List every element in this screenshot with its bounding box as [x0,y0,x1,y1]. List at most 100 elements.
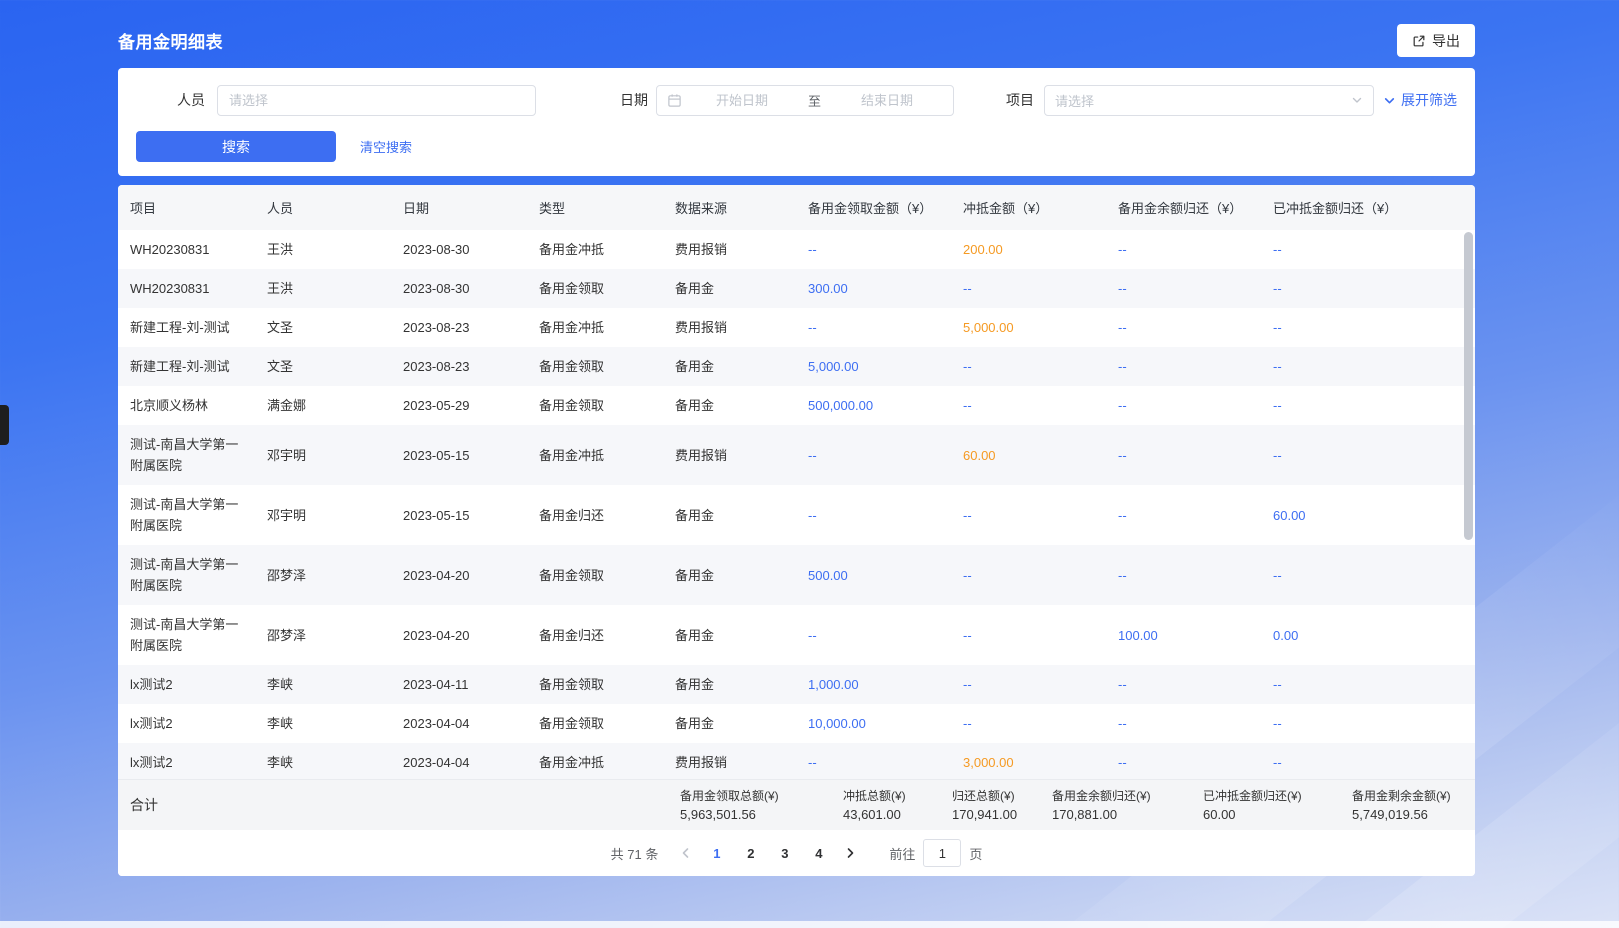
cell-source: 费用报销 [663,308,796,347]
table-row[interactable]: lx测试2 李峡 2023-04-04 备用金领取 备用金 10,000.00 … [118,704,1475,743]
column-header-source: 数据来源 [663,185,796,230]
cell-amount-received: -- [796,308,951,347]
cell-amount-received: -- [796,425,951,485]
cell-type: 备用金归还 [527,485,663,545]
table-row[interactable]: WH20230831 王洪 2023-08-30 备用金领取 备用金 300.0… [118,269,1475,308]
cell-person: 邓宇明 [255,485,391,545]
table-row[interactable]: 测试-南昌大学第一附属医院 邵梦泽 2023-04-20 备用金归还 备用金 -… [118,605,1475,665]
cell-amount-offset: 3,000.00 [951,743,1106,779]
cell-balance-returned: -- [1106,545,1261,605]
table-row[interactable]: 新建工程-刘-测试 文圣 2023-08-23 备用金领取 备用金 5,000.… [118,347,1475,386]
cell-amount-received: -- [796,485,951,545]
table-row[interactable]: 新建工程-刘-测试 文圣 2023-08-23 备用金冲抵 费用报销 -- 5,… [118,308,1475,347]
table-row[interactable]: lx测试2 李峡 2023-04-04 备用金冲抵 费用报销 -- 3,000.… [118,743,1475,779]
cell-source: 费用报销 [663,425,796,485]
cell-date: 2023-04-04 [391,743,527,779]
cell-type: 备用金冲抵 [527,425,663,485]
cell-offset-returned: -- [1261,545,1475,605]
date-range-picker[interactable]: 至 [656,85,954,116]
cell-person: 王洪 [255,269,391,308]
summary-item-label: 已冲抵金额归还(¥) [1203,788,1302,804]
table-row[interactable]: 测试-南昌大学第一附属医院 邓宇明 2023-05-15 备用金冲抵 费用报销 … [118,425,1475,485]
cell-offset-returned: -- [1261,743,1475,779]
cell-balance-returned: -- [1106,665,1261,704]
collapsed-drawer-handle[interactable] [0,405,9,445]
page-button-4[interactable]: 4 [805,839,832,867]
page-title: 备用金明细表 [118,28,223,53]
cell-amount-received: -- [796,230,951,269]
table-row[interactable]: WH20230831 王洪 2023-08-30 备用金冲抵 费用报销 -- 2… [118,230,1475,269]
date-range-separator: 至 [802,91,827,110]
chevron-down-icon [1383,94,1396,107]
cell-amount-offset: -- [951,545,1106,605]
cell-source: 备用金 [663,269,796,308]
end-date-input[interactable] [831,93,943,108]
page-unit-label: 页 [969,844,982,863]
filter-panel: 人员 日期 至 项目 请选择 [118,68,1475,176]
cell-project: 测试-南昌大学第一附属医院 [118,605,255,665]
summary-item-label: 备用金剩余金额(¥) [1352,788,1451,804]
summary-item-value: 5,749,019.56 [1352,806,1451,824]
next-page-button[interactable] [836,839,863,867]
cell-person: 王洪 [255,230,391,269]
cell-date: 2023-05-15 [391,425,527,485]
pagination-pages: 1234 [703,839,832,867]
filter-actions: 搜索 清空搜索 [136,131,1457,162]
export-label: 导出 [1432,31,1460,51]
table-row[interactable]: 测试-南昌大学第一附属医院 邵梦泽 2023-04-20 备用金领取 备用金 5… [118,545,1475,605]
page-header: 备用金明细表 导出 [118,24,1475,57]
page-button-2[interactable]: 2 [737,839,764,867]
cell-source: 备用金 [663,665,796,704]
project-select[interactable]: 请选择 [1044,85,1374,116]
page-button-3[interactable]: 3 [771,839,798,867]
pagination: 共 71 条 1234 前往 页 [118,830,1475,876]
cell-source: 备用金 [663,545,796,605]
table-row[interactable]: 北京顺义杨林 满金娜 2023-05-29 备用金领取 备用金 500,000.… [118,386,1475,425]
cell-type: 备用金领取 [527,386,663,425]
start-date-input[interactable] [686,93,798,108]
expand-filters-link[interactable]: 展开筛选 [1383,90,1457,110]
person-select-input[interactable] [217,85,536,116]
page-button-1[interactable]: 1 [703,839,730,867]
filter-row: 人员 日期 至 项目 请选择 [136,84,1457,116]
cell-type: 备用金冲抵 [527,230,663,269]
cell-project: 测试-南昌大学第一附属医院 [118,545,255,605]
cell-amount-received: 5,000.00 [796,347,951,386]
cell-balance-returned: -- [1106,704,1261,743]
column-header-offset_returned: 已冲抵金额归还（¥） [1261,185,1475,230]
cell-person: 李峡 [255,704,391,743]
cell-offset-returned: 60.00 [1261,485,1475,545]
summary-item: 备用金剩余金额(¥) 5,749,019.56 [1352,788,1451,824]
cell-offset-returned: -- [1261,425,1475,485]
cell-amount-received: 500,000.00 [796,386,951,425]
export-icon [1412,34,1426,48]
search-button[interactable]: 搜索 [136,131,336,162]
summary-item: 备用金领取总额(¥) 5,963,501.56 [680,788,779,824]
cell-date: 2023-05-29 [391,386,527,425]
table-row[interactable]: 测试-南昌大学第一附属医院 邓宇明 2023-05-15 备用金归还 备用金 -… [118,485,1475,545]
cell-project: lx测试2 [118,743,255,779]
export-button[interactable]: 导出 [1397,24,1475,57]
cell-amount-received: 300.00 [796,269,951,308]
cell-date: 2023-05-15 [391,485,527,545]
cell-type: 备用金领取 [527,665,663,704]
table-row[interactable]: lx测试2 李峡 2023-04-11 备用金领取 备用金 1,000.00 -… [118,665,1475,704]
summary-item: 已冲抵金额归还(¥) 60.00 [1203,788,1302,824]
cell-date: 2023-04-20 [391,545,527,605]
calendar-icon [667,93,682,108]
column-header-offset: 冲抵金额（¥） [951,185,1106,230]
column-header-balance_returned: 备用金余额归还（¥） [1106,185,1261,230]
table-scrollbar[interactable] [1464,232,1473,540]
cell-amount-received: 10,000.00 [796,704,951,743]
column-header-project: 项目 [118,185,255,230]
summary-item-value: 43,601.00 [843,806,906,824]
summary-item: 备用金余额归还(¥) 170,881.00 [1052,788,1151,824]
cell-source: 备用金 [663,605,796,665]
goto-page-input[interactable] [923,839,961,867]
previous-page-button[interactable] [672,839,699,867]
cell-type: 备用金冲抵 [527,743,663,779]
petty-cash-detail-page: 备用金明细表 导出 人员 日期 [118,0,1475,876]
cell-source: 备用金 [663,386,796,425]
cell-date: 2023-08-30 [391,269,527,308]
clear-search-link[interactable]: 清空搜索 [360,137,412,156]
